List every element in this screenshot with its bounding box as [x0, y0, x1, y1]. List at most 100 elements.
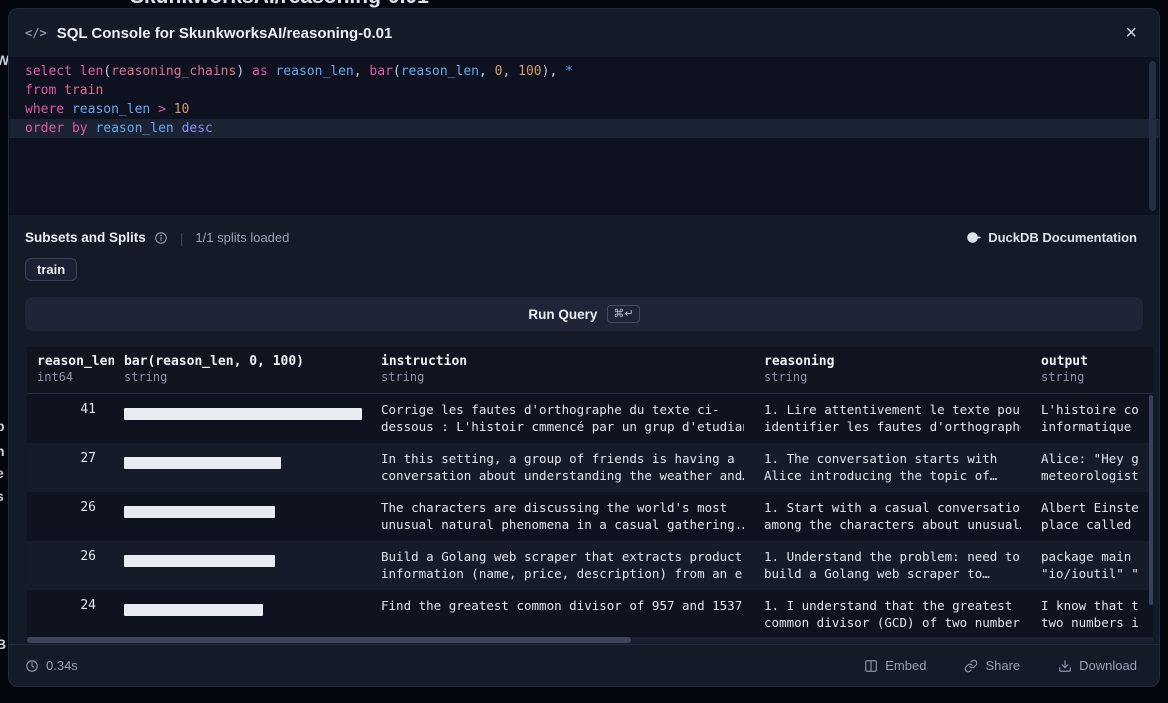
editor-scrollbar[interactable]	[1149, 61, 1156, 211]
reason-len-cell: 26	[27, 541, 114, 590]
duckdb-documentation-link[interactable]: DuckDB Documentation	[960, 229, 1143, 246]
download-button[interactable]: Download	[1052, 657, 1143, 674]
column-type: string	[1041, 370, 1153, 384]
horizontal-scrollbar-thumb[interactable]	[27, 637, 631, 643]
share-button[interactable]: Share	[958, 657, 1026, 674]
split-chips: train	[9, 258, 1159, 281]
reason-len-cell: 24	[27, 590, 114, 639]
column-header[interactable]: instructionstring	[371, 347, 754, 393]
cell-line: Corrige les fautes d'orthographe du text…	[381, 402, 744, 419]
run-query-label: Run Query	[528, 307, 597, 322]
cell-line: Alice introducing the topic of…	[764, 468, 1021, 485]
subsets-and-splits-label: Subsets and Splits	[25, 230, 146, 245]
horizontal-scrollbar[interactable]	[27, 637, 1153, 643]
reason-len-cell: 27	[27, 443, 114, 492]
instruction-cell: Find the greatest common divisor of 957 …	[371, 590, 754, 639]
bar-cell	[114, 394, 371, 443]
cell-line: L'histoire co	[1041, 402, 1153, 419]
cell-line: two numbers i	[1041, 615, 1153, 632]
duckdb-logo-icon	[966, 230, 981, 245]
cell-line: meteorologist	[1041, 468, 1153, 485]
column-name: output	[1041, 354, 1153, 369]
results-table: reason_lenint64bar(reason_len, 0, 100)st…	[27, 347, 1153, 643]
info-icon[interactable]	[154, 231, 168, 245]
reason-len-cell: 41	[27, 394, 114, 443]
cell-line: build a Golang web scraper to…	[764, 566, 1021, 583]
cell-line: I know that t	[1041, 598, 1153, 615]
embed-button[interactable]: Embed	[858, 657, 932, 674]
cell-line: 1. Start with a casual conversation	[764, 500, 1021, 517]
cell-line: 1. Understand the problem: need to	[764, 549, 1021, 566]
output-cell: Albert Einsteplace called	[1031, 492, 1153, 541]
table-row: 26The characters are discussing the worl…	[27, 492, 1153, 541]
cell-line: Find the greatest common divisor of 957 …	[381, 598, 744, 615]
cell-line: information (name, price, description) f…	[381, 566, 744, 583]
share-label: Share	[985, 658, 1020, 673]
column-header[interactable]: reason_lenint64	[27, 347, 114, 393]
background-remnant-letter: b	[0, 418, 5, 434]
instruction-cell: In this setting, a group of friends is h…	[371, 443, 754, 492]
column-header[interactable]: reasoningstring	[754, 347, 1031, 393]
cell-line: Alice: "Hey g	[1041, 451, 1153, 468]
column-type: int64	[37, 370, 104, 384]
background-remnant-letter: s	[0, 488, 4, 504]
vertical-scrollbar-thumb[interactable]	[1149, 395, 1153, 605]
instruction-cell: The characters are discussing the world'…	[371, 492, 754, 541]
background-remnant-letter: h	[0, 443, 5, 459]
table-row: 41 Corrige les fautes d'orthographe du te…	[27, 394, 1153, 443]
code-icon: </>	[25, 26, 47, 40]
cell-line: The characters are discussing the world'…	[381, 500, 744, 517]
run-query-button[interactable]: Run Query ⌘↵	[25, 297, 1143, 331]
reasoning-cell: 1. Lire attentivement le texte pourident…	[754, 394, 1031, 443]
bar-value	[124, 408, 362, 420]
background-remnant-letter: B	[0, 636, 6, 652]
cell-line: common divisor (GCD) of two numbers…	[764, 615, 1021, 632]
bar-value	[124, 555, 275, 567]
background-remnant-letter: e	[0, 465, 4, 481]
reasoning-cell: 1. Start with a casual conversationamong…	[754, 492, 1031, 541]
instruction-cell: Build a Golang web scraper that extracts…	[371, 541, 754, 590]
bar-cell	[114, 443, 371, 492]
sql-line[interactable]: select len(reasoning_chains) as reason_l…	[9, 62, 1159, 81]
cell-line: In this setting, a group of friends is h…	[381, 451, 744, 468]
output-cell: I know that ttwo numbers i	[1031, 590, 1153, 639]
bar-cell	[114, 590, 371, 639]
column-header[interactable]: bar(reason_len, 0, 100)string	[114, 347, 371, 393]
sql-editor-content[interactable]: select len(reasoning_chains) as reason_l…	[9, 62, 1159, 138]
sql-line[interactable]: where reason_len > 10	[9, 100, 1159, 119]
column-name: instruction	[381, 354, 744, 369]
sql-editor[interactable]: select len(reasoning_chains) as reason_l…	[9, 57, 1159, 215]
download-label: Download	[1079, 658, 1137, 673]
table-row: 26 Build a Golang web scraper that extrac…	[27, 541, 1153, 590]
column-header[interactable]: outputstring	[1031, 347, 1153, 393]
divider: |	[180, 230, 184, 246]
bar-value	[124, 506, 275, 518]
table-header-row: reason_lenint64bar(reason_len, 0, 100)st…	[27, 347, 1153, 394]
table-body: 41 Corrige les fautes d'orthographe du te…	[27, 394, 1153, 639]
reasoning-cell: 1. Understand the problem: need tobuild …	[754, 541, 1031, 590]
close-icon[interactable]: ×	[1119, 21, 1143, 45]
reasoning-cell: 1. The conversation starts withAlice int…	[754, 443, 1031, 492]
sql-line[interactable]: order by reason_len desc	[9, 119, 1159, 138]
bar-value	[124, 457, 281, 469]
cell-line: Albert Einste	[1041, 500, 1153, 517]
bar-cell	[114, 492, 371, 541]
embed-icon	[864, 659, 878, 673]
instruction-cell: Corrige les fautes d'orthographe du text…	[371, 394, 754, 443]
column-type: string	[124, 370, 361, 384]
column-name: bar(reason_len, 0, 100)	[124, 354, 361, 369]
embed-label: Embed	[885, 658, 926, 673]
cell-line: among the characters about unusual…	[764, 517, 1021, 534]
table-row: 27 In this setting, a group of friends is…	[27, 443, 1153, 492]
elapsed-time-value: 0.34s	[46, 658, 78, 673]
split-chip[interactable]: train	[25, 258, 77, 281]
modal-footer: 0.34s Embed Share Download	[9, 644, 1159, 686]
download-icon	[1058, 659, 1072, 673]
column-name: reasoning	[764, 354, 1021, 369]
duckdb-documentation-label: DuckDB Documentation	[988, 230, 1137, 245]
cell-line: package main	[1041, 549, 1153, 566]
sql-line[interactable]: from train	[9, 81, 1159, 100]
cell-line: informatique	[1041, 419, 1153, 436]
cell-line: Build a Golang web scraper that extracts…	[381, 549, 744, 566]
column-name: reason_len	[37, 354, 104, 369]
